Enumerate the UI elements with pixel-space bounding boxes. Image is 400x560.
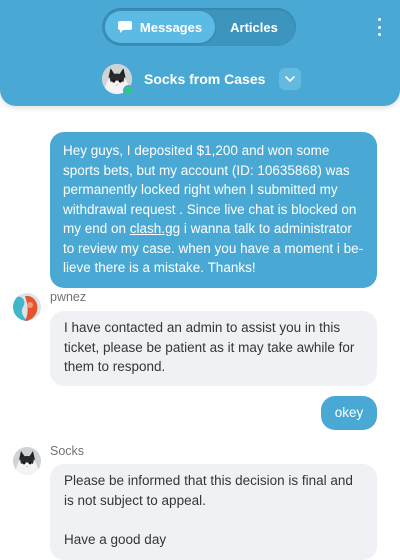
sender-name: Socks <box>50 444 85 458</box>
chevron-down-icon[interactable] <box>279 68 302 90</box>
tab-switcher: Messages Articles <box>102 8 296 46</box>
kebab-menu-icon[interactable] <box>376 18 382 36</box>
sender-name: pwnez <box>50 290 87 304</box>
tab-messages[interactable]: Messages <box>105 11 215 43</box>
outgoing-message-bubble: Hey guys, I deposited $1,200 and won som… <box>50 132 377 288</box>
online-status-dot <box>123 85 134 96</box>
agent-info: Socks from Cases <box>102 62 302 96</box>
incoming-message-bubble: I have contacted an admin to assist you … <box>50 311 377 386</box>
pwnez-avatar <box>13 293 41 321</box>
chat-bubble-icon <box>117 21 132 33</box>
tab-label: Messages <box>139 19 203 35</box>
message-text: okey <box>334 405 364 421</box>
tab-articles[interactable]: Articles <box>215 11 293 43</box>
agent-avatar <box>102 64 134 96</box>
message-paragraph: Please be informed that this decision is… <box>64 473 353 508</box>
message-text: I have contacted an admin to assist you … <box>64 320 355 374</box>
outgoing-message-bubble: okey <box>321 396 377 430</box>
clash-link[interactable]: clash.gg <box>130 221 180 236</box>
message-paragraph: Have a good day <box>64 531 167 547</box>
chat-header: Messages Articles Socks from Cases <box>0 0 400 106</box>
socks-avatar <box>13 447 41 475</box>
incoming-message-bubble: Please be informed that this decision is… <box>50 464 377 560</box>
agent-name: Socks from Cases <box>144 71 266 87</box>
tab-label: Articles <box>230 19 278 35</box>
